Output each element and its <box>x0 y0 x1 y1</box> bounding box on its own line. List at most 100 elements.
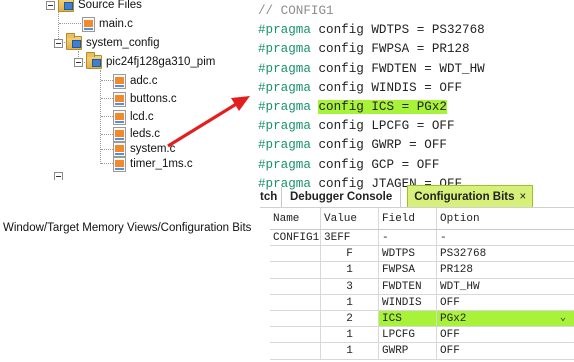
tree-guide <box>59 23 81 24</box>
cell-option[interactable]: PR128 <box>437 262 574 277</box>
table-row[interactable]: 1 LPCFG OFF <box>270 327 574 344</box>
tree-item-system-config[interactable]: system_config <box>54 33 160 51</box>
close-icon[interactable]: × <box>520 191 527 203</box>
tree-item-buttons[interactable]: buttons.c <box>113 91 177 107</box>
option-selected-value: PGx2 <box>440 312 467 325</box>
cell-name <box>270 343 321 359</box>
code-line: #pragma config WINDIS = OFF <box>258 79 485 98</box>
pragma-keyword: #pragma <box>258 61 311 76</box>
c-file-icon <box>113 141 126 157</box>
c-file-icon <box>113 91 126 107</box>
tree-item-label: leds.c <box>130 128 161 140</box>
cell-field: WDTPS <box>379 246 437 262</box>
tree-item-adc[interactable]: adc.c <box>113 73 158 89</box>
table-row[interactable]: 1 WINDIS OFF <box>270 294 574 311</box>
cell-value: 2 <box>321 310 379 327</box>
cell-value: 1 <box>321 294 379 310</box>
c-file-icon <box>113 126 126 142</box>
cell-name: CONFIG1 <box>270 230 321 246</box>
cell-option: - <box>440 232 447 244</box>
folder-icon <box>66 33 82 50</box>
chevron-down-icon[interactable]: ⌄ <box>560 311 566 326</box>
tree-guide <box>101 80 113 81</box>
tab-debugger-console[interactable]: Debugger Console <box>282 187 402 207</box>
pragma-keyword: #pragma <box>258 80 311 95</box>
table-row[interactable]: 1 GWRP OFF <box>270 343 574 360</box>
option-dropdown[interactable]: PGx2 ⌄ <box>437 310 574 327</box>
expand-icon <box>54 172 63 180</box>
cell-field: FWPSA <box>379 262 437 278</box>
code-text: config WDTPS = PS32768 <box>310 23 485 38</box>
column-header-name[interactable]: Name <box>270 208 321 229</box>
cell-name <box>270 262 321 278</box>
cell-field: LPCFG <box>379 327 437 343</box>
table-row[interactable]: F WDTPS PS32768 <box>270 246 574 263</box>
collapse-icon[interactable] <box>74 57 83 67</box>
cell-field: ICS <box>379 310 437 327</box>
cell-option[interactable]: OFF <box>437 295 574 310</box>
c-file-icon <box>113 109 126 125</box>
cell-name <box>270 246 321 262</box>
tree-item-board-folder[interactable]: pic24fj128ga310_pim <box>74 52 215 70</box>
tree-item-label: lcd.c <box>130 111 154 123</box>
pragma-keyword: #pragma <box>258 157 311 172</box>
cell-option[interactable]: PS32768 <box>437 246 574 261</box>
code-text: config GWRP = OFF <box>310 138 447 153</box>
table-row[interactable]: CONFIG1 3EFF - - <box>270 230 574 247</box>
cell-field: WINDIS <box>379 294 437 310</box>
tab-label: Configuration Bits <box>414 191 515 203</box>
code-line: #pragma config GCP = OFF <box>258 156 485 175</box>
tree-guide <box>101 149 113 150</box>
menu-path-caption: Window/Target Memory Views/Configuration… <box>3 222 252 234</box>
code-text: config GCP = OFF <box>310 157 440 172</box>
code-text: config FWPSA = PR128 <box>310 42 470 57</box>
tree-item-label: buttons.c <box>130 93 177 105</box>
column-header-value[interactable]: Value <box>321 208 379 229</box>
tree-item-label: adc.c <box>130 75 158 87</box>
table-row-highlighted[interactable]: 2 ICS PGx2 ⌄ <box>270 310 574 328</box>
folder-icon <box>86 52 102 69</box>
code-line-highlighted: #pragma config ICS = PGx2 <box>258 98 485 117</box>
tab-partial[interactable]: tch <box>260 187 282 207</box>
c-file-icon <box>113 156 126 172</box>
tree-item-source-files[interactable]: Source Files <box>46 0 142 13</box>
code-text: config LPCFG = OFF <box>310 119 455 134</box>
table-header: Name Value Field Option <box>270 208 574 230</box>
code-line: #pragma config LPCFG = OFF <box>258 117 485 136</box>
cell-option[interactable]: OFF <box>437 343 574 358</box>
tree-item-label: Source Files <box>78 0 142 11</box>
tree-item-timer[interactable]: timer_1ms.c <box>113 156 193 172</box>
table-row[interactable]: 3 FWDTEN WDT_HW <box>270 278 574 295</box>
c-file-icon <box>113 73 126 89</box>
cell-name <box>270 327 321 343</box>
table-row[interactable]: 1 FWPSA PR128 <box>270 262 574 279</box>
collapse-icon[interactable] <box>54 38 63 48</box>
cell-value: 3 <box>321 278 379 294</box>
cell-value: F <box>321 246 379 262</box>
pragma-keyword: #pragma <box>258 42 311 57</box>
cell-name <box>270 278 321 294</box>
tree-item-leds[interactable]: leds.c <box>113 126 160 142</box>
code-line: #pragma config WDTPS = PS32768 <box>258 21 485 40</box>
code-line: #pragma config FWDTEN = WDT_HW <box>258 60 485 79</box>
panel-tabs: tch Debugger Console Configuration Bits × <box>260 185 574 208</box>
tree-item-lcd[interactable]: lcd.c <box>113 109 154 125</box>
tree-guide <box>101 98 113 99</box>
code-comment: // CONFIG1 <box>258 4 334 18</box>
column-header-option[interactable]: Option <box>437 208 574 229</box>
pragma-keyword: #pragma <box>258 138 311 153</box>
cell-option[interactable]: OFF <box>437 327 574 342</box>
code-line: #pragma config GWRP = OFF <box>258 136 485 155</box>
tab-configuration-bits[interactable]: Configuration Bits × <box>407 185 534 207</box>
column-header-field[interactable]: Field <box>379 208 437 229</box>
tree-item-main[interactable]: main.c <box>82 16 133 32</box>
tree-guide <box>101 163 113 164</box>
tree-item-system[interactable]: system.c <box>113 141 175 157</box>
cell-option[interactable]: WDT_HW <box>437 279 574 294</box>
tree-guide <box>101 116 113 117</box>
collapse-icon[interactable] <box>46 0 55 10</box>
config-bits-table: Name Value Field Option CONFIG1 3EFF - -… <box>270 208 574 360</box>
code-editor[interactable]: // CONFIG1 #pragma config WDTPS = PS3276… <box>258 2 485 194</box>
cell-field: - <box>379 230 437 246</box>
pragma-keyword: #pragma <box>258 23 311 38</box>
